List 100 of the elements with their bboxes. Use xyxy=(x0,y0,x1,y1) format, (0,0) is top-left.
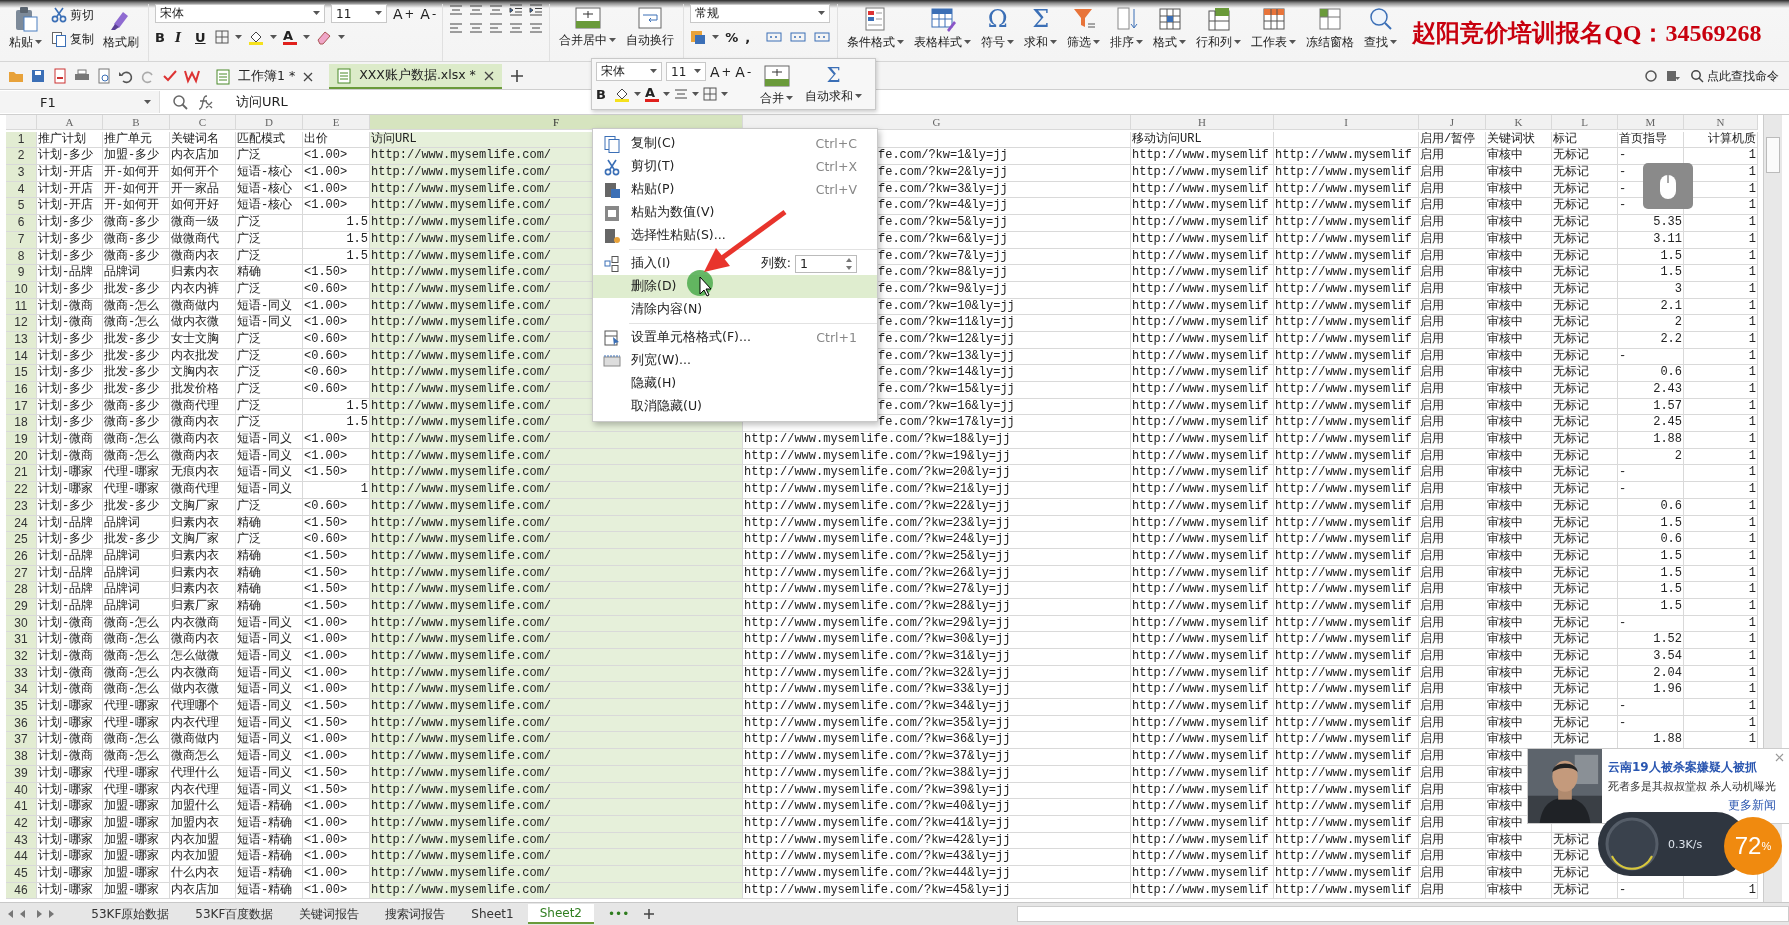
row-header[interactable]: 28 xyxy=(6,582,37,599)
table-cell: - xyxy=(1618,482,1684,499)
more-news-link[interactable]: 更多新闻 xyxy=(1728,798,1777,813)
merge-center-button[interactable]: 合并居中 xyxy=(556,4,620,50)
row-header[interactable]: 25 xyxy=(6,532,37,549)
ribbon-tool-button[interactable]: 查找 xyxy=(1361,4,1401,52)
sheet-tab[interactable]: 关键词报告 xyxy=(287,903,372,925)
column-header[interactable]: G xyxy=(743,115,1131,130)
format-painter-button[interactable]: 格式刷 xyxy=(100,4,142,52)
table-cell: http://www.mysemlif xyxy=(1131,598,1274,616)
ribbon-tool-button[interactable]: 筛选 xyxy=(1064,4,1104,52)
percent-button[interactable]: % xyxy=(725,29,740,45)
table-cell: http://www.mysemlife.com/?kw=33&ly=jj xyxy=(743,682,1131,700)
table-cell: 1.5 xyxy=(1618,565,1684,583)
column-header[interactable]: K xyxy=(1486,115,1552,130)
font-color-button[interactable]: A xyxy=(283,29,297,45)
table-cell: 无标记 xyxy=(1552,165,1618,182)
ribbon-tool-button[interactable]: Ω 符号 xyxy=(978,4,1018,52)
paste-button[interactable]: 粘贴 xyxy=(6,4,45,52)
row-header[interactable]: 41 xyxy=(6,799,37,816)
table-cell: http://www.mysemlif xyxy=(1131,665,1274,683)
merge-button[interactable]: 合并 xyxy=(757,62,797,106)
autosum-button[interactable]: Σ 自动求和 xyxy=(802,62,866,106)
sheet-tab[interactable]: 53KF原始数据 xyxy=(79,903,182,925)
horizontal-scrollbar[interactable] xyxy=(1017,906,1789,922)
font-name-field[interactable]: 宋体 xyxy=(155,4,325,23)
row-header[interactable]: 44 xyxy=(6,849,37,866)
column-header[interactable]: C xyxy=(170,115,236,130)
sheet-tab[interactable]: 搜索词报告 xyxy=(373,903,458,925)
column-header[interactable]: F xyxy=(370,115,743,130)
news-headline[interactable]: 云南19人被杀案嫌疑人被抓 xyxy=(1608,759,1777,776)
row-header[interactable]: 15 xyxy=(6,365,37,382)
ribbon-tool-button[interactable]: 格式 xyxy=(1150,4,1190,52)
font-size-field[interactable]: 11 xyxy=(666,62,706,81)
bold-button[interactable]: B xyxy=(155,29,169,45)
table-cell: 审核中 xyxy=(1486,398,1552,416)
copy-button[interactable]: 复制 xyxy=(49,30,96,48)
table-cell: 计划-哪家 xyxy=(37,832,103,850)
column-header[interactable]: B xyxy=(103,115,170,130)
underline-button[interactable]: U xyxy=(195,29,209,45)
table-cell: 审核中 xyxy=(1486,515,1552,533)
formula-field[interactable]: 访问URL xyxy=(226,93,288,111)
menu-item[interactable]: 删除(D) xyxy=(593,275,877,298)
column-count-field[interactable]: 1 xyxy=(795,254,857,273)
font-color-button[interactable]: A xyxy=(645,86,659,102)
document-tab[interactable]: XXX账户数据.xlsx * xyxy=(329,64,502,89)
column-header[interactable]: N xyxy=(1684,115,1758,130)
row-header[interactable]: 3 xyxy=(6,165,37,182)
column-header[interactable]: I xyxy=(1274,115,1419,130)
ribbon-tool-button[interactable]: Σ 求和 xyxy=(1021,4,1061,52)
column-header[interactable]: M xyxy=(1618,115,1684,130)
wrap-text-button[interactable]: 自动换行 xyxy=(623,4,678,50)
row-header[interactable]: 22 xyxy=(6,482,37,499)
row-header[interactable]: 1 xyxy=(6,131,37,149)
row-header[interactable]: 34 xyxy=(6,682,37,700)
number-format-field[interactable]: 常规 xyxy=(690,4,831,23)
italic-button[interactable]: I xyxy=(175,29,189,45)
row-header[interactable]: 19 xyxy=(6,432,37,449)
row-header[interactable]: 5 xyxy=(6,198,37,216)
bold-button[interactable]: B xyxy=(596,86,610,102)
row-header[interactable]: 9 xyxy=(6,265,37,282)
sheet-tab[interactable]: Sheet1 xyxy=(459,905,526,923)
column-header[interactable]: H xyxy=(1131,115,1274,130)
ribbon-tool-button[interactable]: 排序 xyxy=(1107,4,1147,52)
column-header[interactable]: A xyxy=(37,115,103,130)
ribbon-tool-button[interactable]: 行和列 xyxy=(1193,4,1245,52)
column-header[interactable]: J xyxy=(1419,115,1486,130)
row-header[interactable]: 16 xyxy=(6,382,37,399)
sheet-tab[interactable]: 53KF百度数据 xyxy=(183,903,286,925)
table-cell: 代理-哪家 xyxy=(103,782,170,800)
row-header[interactable]: 6 xyxy=(6,215,37,232)
thousands-button[interactable]: , xyxy=(745,29,760,45)
table-cell: 审核中 xyxy=(1486,715,1552,733)
row-header[interactable]: 12 xyxy=(6,315,37,332)
ribbon-tool-button[interactable]: 条件格式 xyxy=(844,4,908,52)
sheet-tab[interactable]: Sheet2 xyxy=(527,904,594,924)
document-tab[interactable]: 工作簿1 * xyxy=(208,64,322,89)
row-header[interactable]: 2 xyxy=(6,148,37,166)
more-sheets-button[interactable]: ••• xyxy=(596,905,642,923)
row-header[interactable]: 38 xyxy=(6,749,37,766)
name-box[interactable]: F1 xyxy=(0,91,160,113)
row-header[interactable]: 18 xyxy=(6,415,37,433)
ribbon-tool-button[interactable]: 工作表 xyxy=(1248,4,1300,52)
column-header[interactable]: E xyxy=(303,115,370,130)
row-header[interactable]: 32 xyxy=(6,649,37,666)
table-cell: 加盟-哪家 xyxy=(103,882,170,900)
capture-widget[interactable] xyxy=(1643,163,1693,209)
column-header[interactable]: L xyxy=(1552,115,1618,130)
row-header[interactable]: 35 xyxy=(6,699,37,716)
cut-button[interactable]: 剪切 xyxy=(49,6,96,24)
row-header[interactable]: 31 xyxy=(6,632,37,649)
table-cell: 启用 xyxy=(1419,565,1486,583)
ribbon-tool-button[interactable]: 表格样式 xyxy=(911,4,975,52)
column-header[interactable]: D xyxy=(236,115,303,130)
font-name-field[interactable]: 宋体 xyxy=(596,62,662,81)
row-header[interactable]: 37 xyxy=(6,732,37,750)
font-size-field[interactable]: 11 xyxy=(331,4,387,23)
ribbon-tool-button[interactable]: 冻结窗格 xyxy=(1303,4,1358,52)
row-header[interactable]: 21 xyxy=(6,465,37,483)
command-search-field[interactable]: 点此查找命令 xyxy=(1688,67,1781,85)
